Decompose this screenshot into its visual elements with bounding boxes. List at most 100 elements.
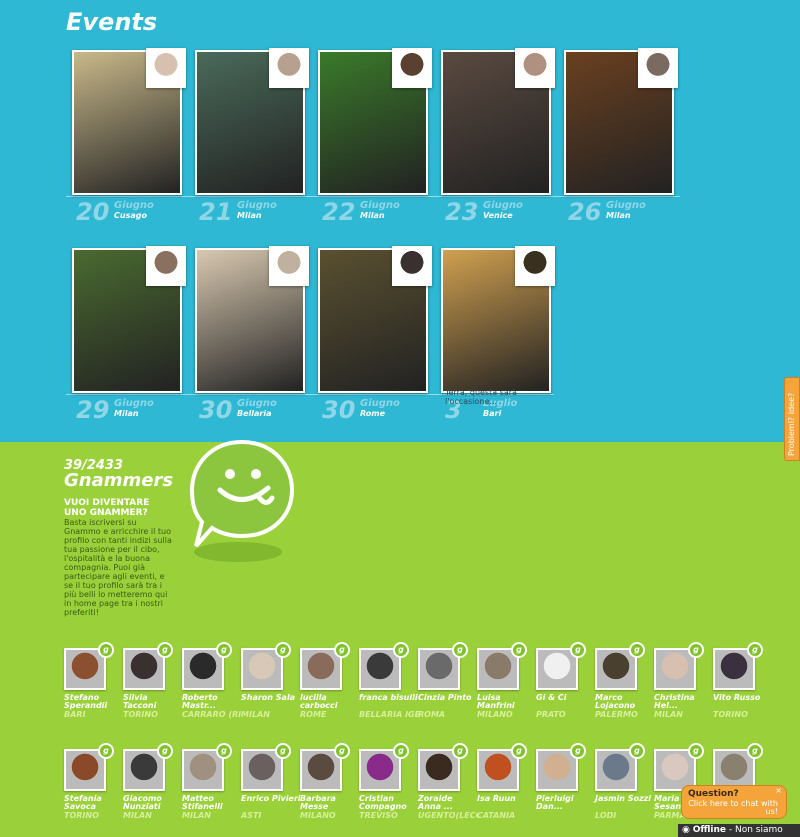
event-card[interactable]: 20 Giugno Cusago <box>72 48 186 226</box>
member-city: MILAN <box>123 811 152 820</box>
events-section: Events 20 Giugno Cusago 21 Giugno Milan 22 Giug… <box>0 0 800 442</box>
gnammer-badge-icon: g <box>452 743 468 759</box>
member-city: CARRARO (RIOLA) <box>182 710 242 719</box>
event-day: 30 <box>199 396 233 424</box>
member-card[interactable]: g Roberto Mastr...CARRARO (RIOLA) <box>182 642 242 738</box>
member-name[interactable]: franca bisulli <box>359 694 419 702</box>
member-city: ROME <box>300 710 327 719</box>
gnammers-question[interactable]: VUOI DIVENTARE UNO GNAMMER? <box>64 498 174 518</box>
event-city: Milan <box>114 409 139 418</box>
chat-close-icon[interactable]: × <box>775 786 782 795</box>
host-avatar[interactable] <box>638 48 678 88</box>
member-card[interactable]: g Cristian Compagno TREVISO <box>359 743 415 837</box>
chat-status-note: Non siamo <box>735 825 783 835</box>
member-card[interactable]: g Stefano Sperandii BARI <box>64 642 120 738</box>
member-name[interactable]: Pierluigi Dan... <box>536 795 596 811</box>
member-name[interactable]: Isa Ruun <box>477 795 537 803</box>
host-avatar[interactable] <box>392 246 432 286</box>
chat-question: Question? <box>688 789 739 799</box>
event-card[interactable]: 22 Giugno Milan <box>318 48 432 226</box>
event-city: Milan <box>237 211 262 220</box>
event-city: Milan <box>360 211 385 220</box>
host-avatar[interactable] <box>146 246 186 286</box>
member-card[interactable]: g Stefania Savoca TORINO <box>64 743 120 837</box>
member-card[interactable]: g Christina Hel... MILAN <box>654 642 710 738</box>
member-card[interactable]: g Luisa Manfrini MILANO <box>477 642 533 738</box>
member-name[interactable]: Stefano Sperandii <box>64 694 124 710</box>
member-card[interactable]: g lucilla carbocci ROME <box>300 642 356 738</box>
gnammer-badge-icon: g <box>98 642 114 658</box>
member-card[interactable]: g franca bisulli BELLARIA IGEA... <box>359 642 419 738</box>
member-city: MILAN <box>182 811 211 820</box>
member-name[interactable]: Stefania Savoca <box>64 795 124 811</box>
member-name[interactable]: Gi & Ci <box>536 694 596 702</box>
event-day: 26 <box>568 198 602 226</box>
member-name[interactable]: Silvia Tacconi <box>123 694 183 710</box>
member-card[interactable]: g Sharon Sala MILAN <box>241 642 297 738</box>
gnammer-badge-icon: g <box>393 743 409 759</box>
member-card[interactable]: g Isa Ruun CATANIA <box>477 743 533 837</box>
gnammers-title: Gnammers <box>64 470 174 491</box>
host-avatar[interactable] <box>515 48 555 88</box>
event-card[interactable]: 29 Giugno Milan <box>72 246 186 424</box>
event-card[interactable]: 30 Giugno Bellaria <box>195 246 309 424</box>
member-city: UGENTO(LECCE) <box>418 811 478 820</box>
member-card[interactable]: g Vito Russo TORINO <box>713 642 769 738</box>
gnammer-badge-icon: g <box>629 642 645 658</box>
member-card[interactable]: g Jasmin Sozzi LODI <box>595 743 651 837</box>
events-title: Events <box>66 8 158 36</box>
chat-status-bar[interactable]: ◉ Offline - Non siamo <box>678 824 800 837</box>
host-avatar[interactable] <box>269 246 309 286</box>
member-name[interactable]: Barbara Messe <box>300 795 360 811</box>
event-card[interactable]: 23 Giugno Venice <box>441 48 555 226</box>
member-name[interactable]: Sharon Sala <box>241 694 301 702</box>
event-card[interactable]: 21 Giugno Milan <box>195 48 309 226</box>
host-avatar[interactable] <box>146 48 186 88</box>
member-card[interactable]: g Enrico Pivieri ASTI <box>241 743 301 837</box>
event-card[interactable]: 3 Luglio Bari Terra, questa sarà l'occasion… <box>441 246 555 424</box>
member-card[interactable]: g Silvia Tacconi TORINO <box>123 642 179 738</box>
member-name[interactable]: lucilla carbocci <box>300 694 360 710</box>
gnammer-badge-icon: g <box>275 642 291 658</box>
member-name[interactable]: Cristian Compagno <box>359 795 419 811</box>
member-city: MILAN <box>241 710 270 719</box>
member-card[interactable]: g Pierluigi Dan... <box>536 743 592 837</box>
member-card[interactable]: g Giacomo Nunziati MILAN <box>123 743 179 837</box>
member-card[interactable]: g Zoraide Anna ...UGENTO(LECCE) <box>418 743 478 837</box>
member-name[interactable]: Enrico Pivieri <box>241 795 301 803</box>
event-city: Venice <box>483 211 513 220</box>
member-name[interactable]: Luisa Manfrini <box>477 694 537 710</box>
member-name[interactable]: Cinzia Pinto <box>418 694 478 702</box>
gnammer-badge-icon: g <box>334 642 350 658</box>
member-name[interactable]: Christina Hel... <box>654 694 714 710</box>
feedback-tab[interactable]: Problemi? Idee? <box>784 377 800 461</box>
chat-invite-bubble[interactable]: Question? × Click here to chat with us! <box>681 785 787 819</box>
event-card[interactable]: 26 Giugno Milan <box>564 48 678 226</box>
member-name[interactable]: Vito Russo <box>713 694 773 702</box>
gnammer-badge-icon: g <box>511 743 527 759</box>
member-name[interactable]: Matteo Stifanelli <box>182 795 242 811</box>
member-name[interactable]: Giacomo Nunziati <box>123 795 183 811</box>
member-card[interactable]: g Cinzia Pinto ROMA <box>418 642 474 738</box>
feedback-tab-label: Problemi? Idee? <box>787 392 796 456</box>
host-avatar[interactable] <box>515 246 555 286</box>
member-name[interactable]: Zoraide Anna ... <box>418 795 478 811</box>
gnammer-badge-icon: g <box>688 642 704 658</box>
member-card[interactable]: g Barbara Messe MILANO <box>300 743 356 837</box>
gnammer-badge-icon: g <box>98 743 114 759</box>
gnammers-description: Basta iscriversi su Gnammo e arricchire … <box>64 518 172 617</box>
event-day: 29 <box>76 396 110 424</box>
event-card[interactable]: 30 Giugno Rome <box>318 246 432 424</box>
member-card[interactable]: g Matteo Stifanelli MILAN <box>182 743 238 837</box>
member-name[interactable]: Roberto Mastr... <box>182 694 242 710</box>
member-city: MILANO <box>477 710 513 719</box>
member-name[interactable]: Jasmin Sozzi <box>595 795 655 803</box>
event-month: Giugno <box>237 200 277 211</box>
host-avatar[interactable] <box>392 48 432 88</box>
member-card[interactable]: g Gi & Ci PRATO <box>536 642 592 738</box>
member-city: TORINO <box>123 710 158 719</box>
host-avatar[interactable] <box>269 48 309 88</box>
member-card[interactable]: g Marco Lojacono PALERMO <box>595 642 651 738</box>
member-name[interactable]: Marco Lojacono <box>595 694 655 710</box>
gnammer-badge-icon: g <box>747 743 763 759</box>
